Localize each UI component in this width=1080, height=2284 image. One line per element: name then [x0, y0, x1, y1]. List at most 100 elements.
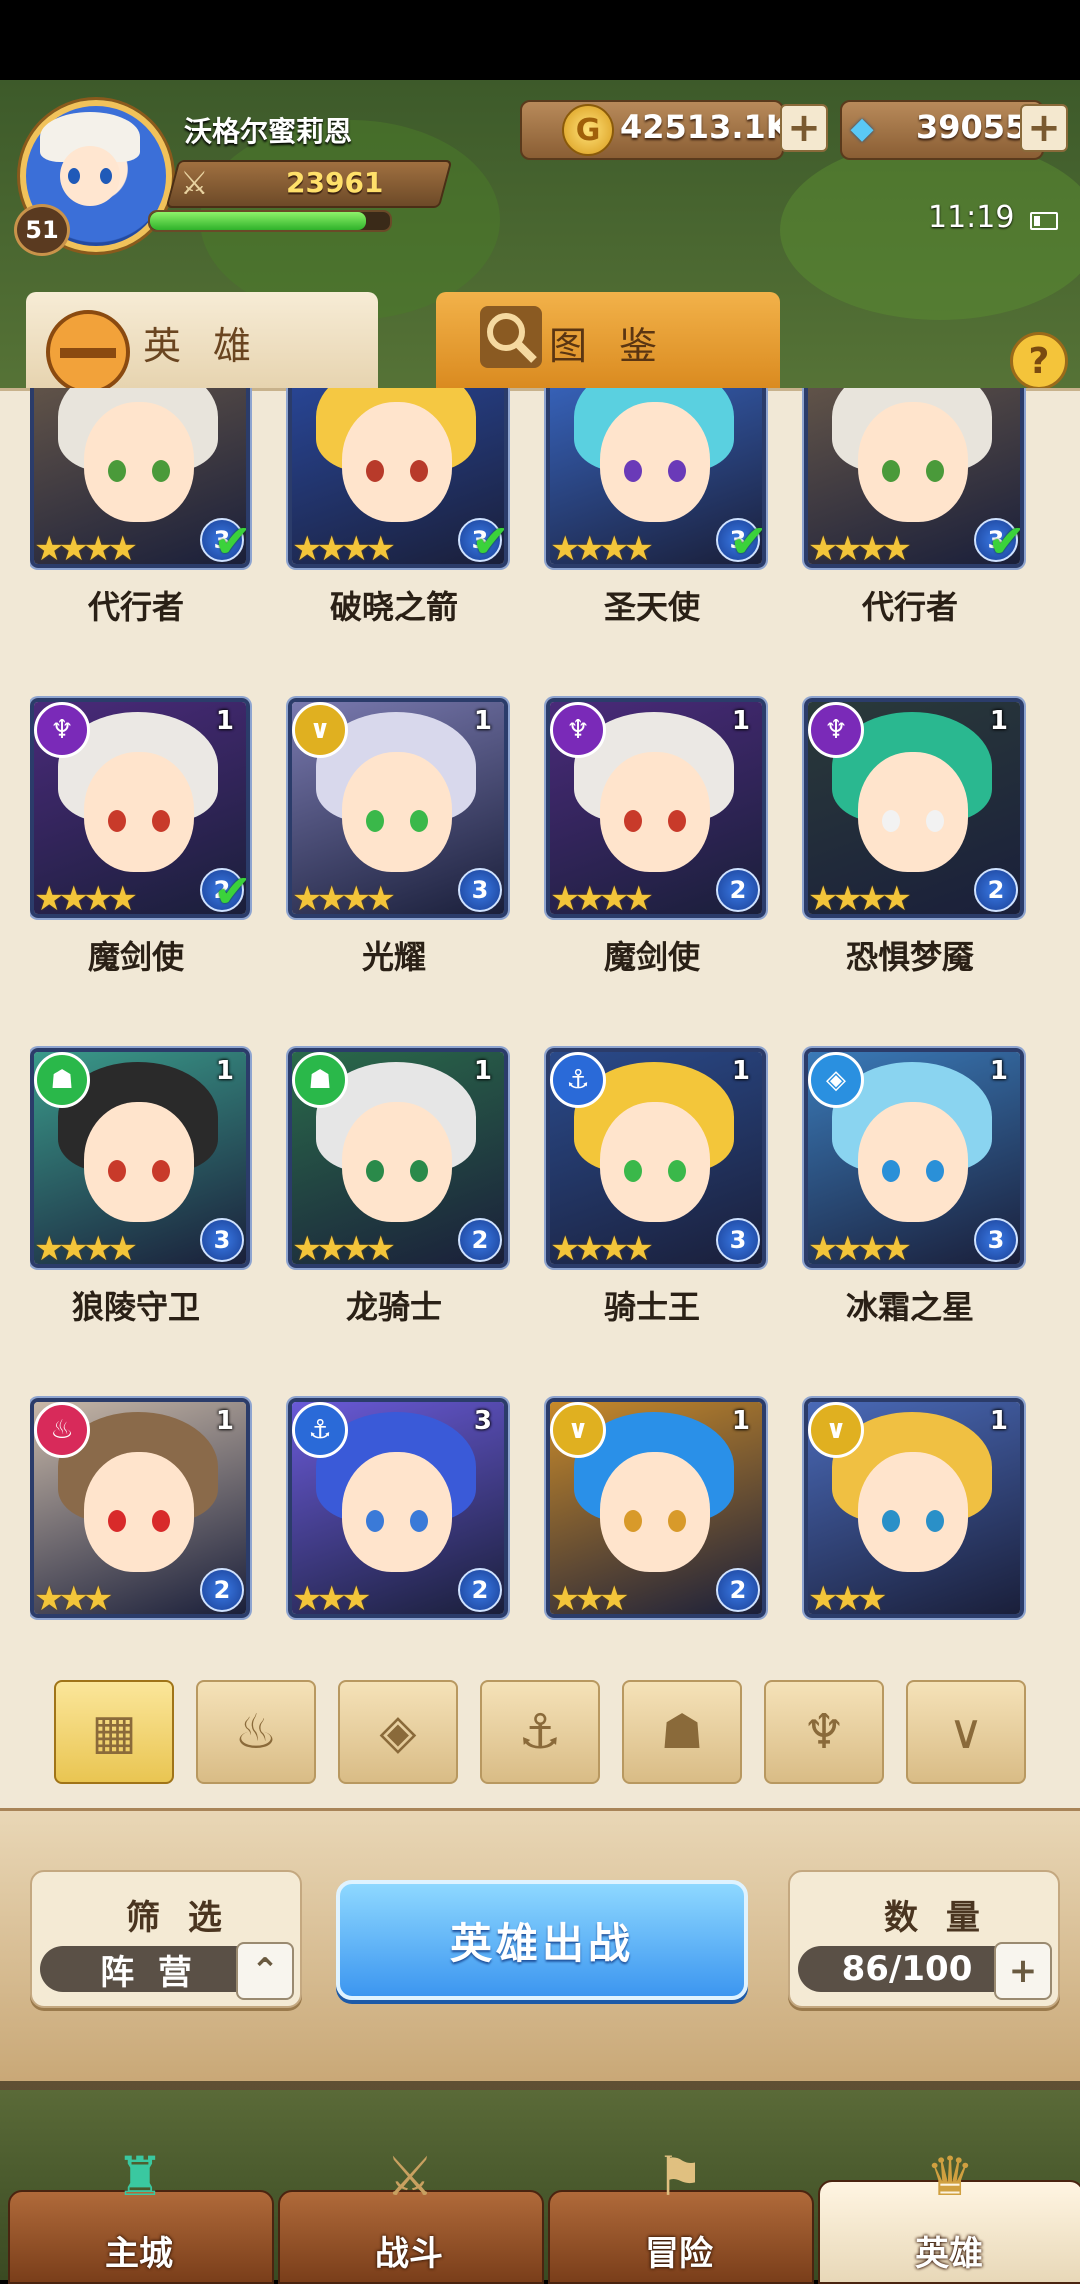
- hero-name: 骑士王: [603, 1288, 700, 1326]
- star-icon: ★: [340, 1579, 372, 1618]
- nav-label: 冒险: [645, 2234, 713, 2274]
- hero-name: 代行者: [861, 588, 958, 626]
- light-faction-icon: ∨: [550, 1402, 606, 1458]
- star-rating: ★ ★ ★: [34, 1582, 113, 1614]
- hero-portrait: ◈ 1 ★ ★ ★ ★ 3: [804, 1048, 1024, 1268]
- hero-portrait: ∨ 1 ★ ★ ★: [804, 1398, 1024, 1618]
- light-faction-icon: ∨: [948, 1704, 984, 1760]
- star-icon: ★: [82, 1579, 114, 1618]
- star-icon: ★: [107, 1229, 138, 1268]
- clock: 11:19: [928, 200, 1015, 235]
- add-gold-button[interactable]: +: [780, 104, 828, 152]
- star-rating: ★ ★ ★ ★: [34, 532, 138, 564]
- hero-eye: [410, 810, 428, 832]
- hero-portrait: ★ ★ ★ ★ 3 ✔: [288, 388, 508, 568]
- hero-card[interactable]: ◈ 1 ★ ★ ★ ★ 3 冰霜之星: [804, 1048, 1024, 1328]
- player-level-badge: 51: [14, 204, 70, 256]
- filter-fire-faction-button[interactable]: ♨: [196, 1680, 316, 1784]
- hero-eye: [668, 810, 686, 832]
- hero-grade-badge: 2: [458, 1568, 502, 1612]
- star-icon: ★: [881, 1229, 912, 1268]
- filter-beast-faction-button[interactable]: ☗: [622, 1680, 742, 1784]
- star-icon: ★: [623, 879, 654, 918]
- hero-portrait: ★ ★ ★ ★ 3 ✔: [546, 388, 766, 568]
- hero-name: 魔剑使: [603, 938, 700, 976]
- hero-card[interactable]: ∨ 1 ★ ★ ★ 2: [546, 1398, 766, 1618]
- star-rating: ★ ★ ★ ★: [808, 882, 912, 914]
- anchor-faction-icon: ⚓: [550, 1052, 606, 1108]
- filter-diamond-faction-button[interactable]: ◈: [338, 1680, 458, 1784]
- hero-eye: [410, 460, 428, 482]
- hero-card[interactable]: ♆ 1 ★ ★ ★ ★ 2 魔剑使: [546, 698, 766, 978]
- star-rating: ★ ★ ★ ★: [550, 1232, 654, 1264]
- hero-eye: [108, 460, 126, 482]
- crossed-swords-icon: ⚔: [180, 164, 209, 202]
- star-rating: ★ ★ ★ ★: [808, 532, 912, 564]
- hero-card[interactable]: ★ ★ ★ ★ 3 ✔ 代行者: [30, 388, 250, 628]
- player-name: 沃格尔蜜莉恩: [184, 115, 353, 148]
- hero-card[interactable]: ★ ★ ★ ★ 3 ✔ 代行者: [804, 388, 1024, 628]
- star-rating: ★ ★ ★ ★: [808, 1232, 912, 1264]
- star-rating: ★ ★ ★ ★: [550, 532, 654, 564]
- hero-portrait: ∨ 1 ★ ★ ★ 2: [546, 1398, 766, 1618]
- hero-name: 代行者: [87, 588, 184, 626]
- hero-portrait: ★ ★ ★ ★ 3 ✔: [30, 388, 250, 568]
- gold-amount: 42513.1K: [620, 108, 791, 146]
- hero-card[interactable]: ∨ 1 ★ ★ ★: [804, 1398, 1024, 1618]
- star-icon: ★: [623, 529, 654, 568]
- hero-card[interactable]: ☗ 1 ★ ★ ★ ★ 3 狼陵守卫: [30, 1048, 250, 1328]
- hero-count: 1: [473, 1056, 492, 1086]
- hero-eye: [152, 1510, 170, 1532]
- hero-grade-badge: 3: [716, 1218, 760, 1262]
- star-icon: ★: [365, 879, 396, 918]
- hero-card[interactable]: ♆ 1 ★ ★ ★ ★ 2 恐惧梦魇: [804, 698, 1024, 978]
- filter-anchor-faction-button[interactable]: ⚓: [480, 1680, 600, 1784]
- hero-face: [600, 1452, 710, 1572]
- hero-count: 1: [989, 706, 1008, 736]
- filter-dropdown[interactable]: 阵 营: [40, 1946, 258, 1993]
- add-gem-button[interactable]: +: [1020, 104, 1068, 152]
- hero-face: [600, 402, 710, 522]
- star-rating: ★ ★ ★ ★: [34, 1232, 138, 1264]
- hero-portrait: ♆ 1 ★ ★ ★ ★ 2 ✔: [30, 698, 250, 918]
- hero-name: 龙骑士: [345, 1288, 442, 1326]
- exp-bar-fill: [150, 212, 366, 230]
- hero-face: [858, 402, 968, 522]
- beast-faction-icon: ☗: [660, 1704, 704, 1760]
- deploy-heroes-button[interactable]: 英雄出战: [336, 1880, 748, 2000]
- hero-eye: [108, 1510, 126, 1532]
- hero-card[interactable]: ★ ★ ★ ★ 3 ✔ 圣天使: [546, 388, 766, 628]
- hero-card[interactable]: ♨ 1 ★ ★ ★ 2: [30, 1398, 250, 1618]
- hero-card[interactable]: ∨ 1 ★ ★ ★ ★ 3 光耀: [288, 698, 508, 978]
- hero-portrait: ♆ 1 ★ ★ ★ ★ 2: [804, 698, 1024, 918]
- filter-grid-button[interactable]: ▦: [54, 1680, 174, 1784]
- hero-eye: [624, 810, 642, 832]
- light-faction-icon: ∨: [808, 1402, 864, 1458]
- filter-light-faction-button[interactable]: ∨: [906, 1680, 1026, 1784]
- hero-card[interactable]: ♆ 1 ★ ★ ★ ★ 2 ✔ 魔剑使: [30, 698, 250, 978]
- expand-capacity-button[interactable]: +: [994, 1942, 1052, 2000]
- hero-eye: [410, 1510, 428, 1532]
- hero-card[interactable]: ☗ 1 ★ ★ ★ ★ 2 龙骑士: [288, 1048, 508, 1328]
- hero-eye: [668, 460, 686, 482]
- filter-demon-faction-button[interactable]: ♆: [764, 1680, 884, 1784]
- hero-face: [858, 752, 968, 872]
- hero-card[interactable]: ★ ★ ★ ★ 3 ✔ 破晓之箭: [288, 388, 508, 628]
- hero-portrait: ⚓ 1 ★ ★ ★ ★ 3: [546, 1048, 766, 1268]
- hero-face: [84, 1102, 194, 1222]
- light-faction-icon: ∨: [292, 702, 348, 758]
- chevron-up-icon[interactable]: ⌃: [236, 1942, 294, 2000]
- hero-grade-badge: 2: [458, 1218, 502, 1262]
- demon-faction-icon: ♆: [34, 702, 90, 758]
- magnifier-icon: [476, 302, 546, 372]
- hero-card[interactable]: ⚓ 3 ★ ★ ★ 2: [288, 1398, 508, 1618]
- hero-name: 光耀: [361, 938, 426, 976]
- help-button[interactable]: ?: [1010, 332, 1068, 390]
- hero-face: [858, 1452, 968, 1572]
- hero-eye: [926, 1510, 944, 1532]
- hero-count: 3: [473, 1406, 492, 1436]
- hero-card[interactable]: ⚓ 1 ★ ★ ★ ★ 3 骑士王: [546, 1048, 766, 1328]
- knight-helmet-icon: [30, 300, 150, 400]
- hero-face: [84, 752, 194, 872]
- hero-eye: [882, 460, 900, 482]
